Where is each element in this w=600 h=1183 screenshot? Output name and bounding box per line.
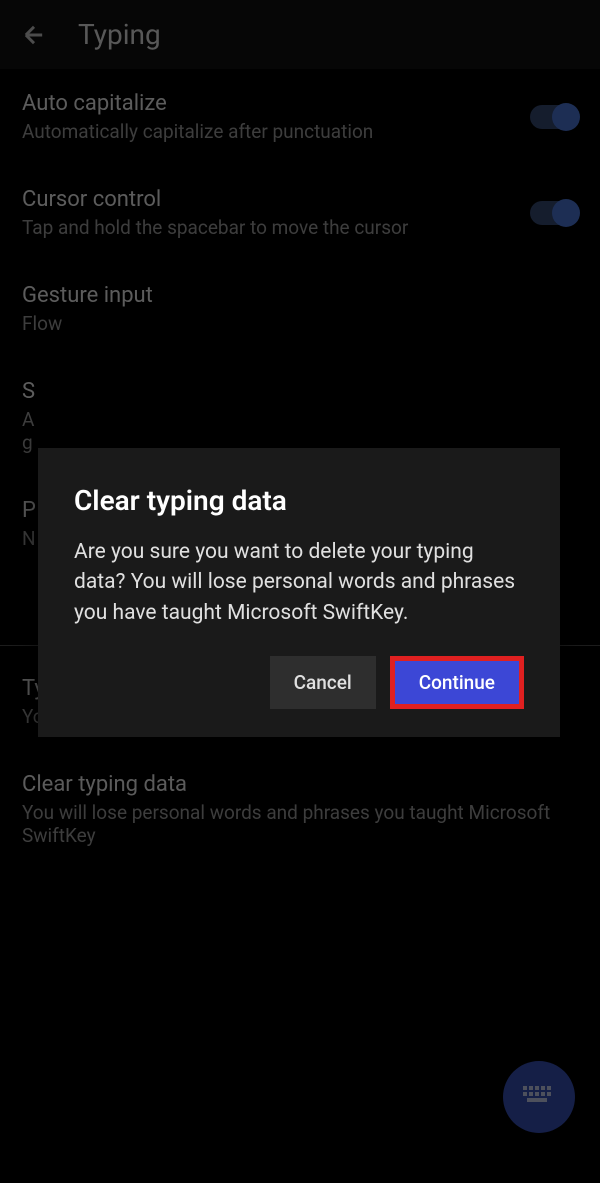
setting-subtitle: Flow: [22, 312, 578, 335]
setting-subtitle: Tap and hold the spacebar to move the cu…: [22, 216, 518, 239]
setting-title: Gesture input: [22, 283, 578, 308]
setting-title: S: [22, 379, 578, 404]
setting-text: Cursor control Tap and hold the spacebar…: [22, 187, 518, 239]
confirm-dialog: Clear typing data Are you sure you want …: [38, 448, 560, 737]
cancel-button[interactable]: Cancel: [270, 656, 376, 709]
setting-clear-typing-data[interactable]: Clear typing data You will lose personal…: [0, 750, 600, 869]
setting-text: Auto capitalize Automatically capitalize…: [22, 91, 518, 143]
setting-subtitle: A: [22, 408, 578, 431]
keyboard-icon: [521, 1082, 557, 1112]
page-title: Typing: [78, 18, 161, 51]
dialog-message: Are you sure you want to delete your typ…: [74, 537, 524, 628]
header: Typing: [0, 0, 600, 69]
dialog-buttons: Cancel Continue: [74, 656, 524, 709]
toggle-cursor-control[interactable]: [530, 201, 578, 225]
back-arrow-icon[interactable]: [20, 21, 48, 49]
dialog-title: Clear typing data: [74, 484, 524, 517]
setting-gesture-input[interactable]: Gesture input Flow: [0, 261, 600, 357]
toggle-auto-capitalize[interactable]: [530, 105, 578, 129]
setting-text: Gesture input Flow: [22, 283, 578, 335]
setting-subtitle: You will lose personal words and phrases…: [22, 801, 578, 847]
continue-button[interactable]: Continue: [390, 656, 524, 709]
keyboard-fab-button[interactable]: [503, 1061, 575, 1133]
setting-text: S A g: [22, 379, 578, 454]
setting-auto-capitalize[interactable]: Auto capitalize Automatically capitalize…: [0, 69, 600, 165]
setting-subtitle: Automatically capitalize after punctuati…: [22, 120, 518, 143]
setting-title: Auto capitalize: [22, 91, 518, 116]
setting-text: Clear typing data You will lose personal…: [22, 772, 578, 847]
setting-title: Cursor control: [22, 187, 518, 212]
setting-title: Clear typing data: [22, 772, 578, 797]
setting-cursor-control[interactable]: Cursor control Tap and hold the spacebar…: [0, 165, 600, 261]
